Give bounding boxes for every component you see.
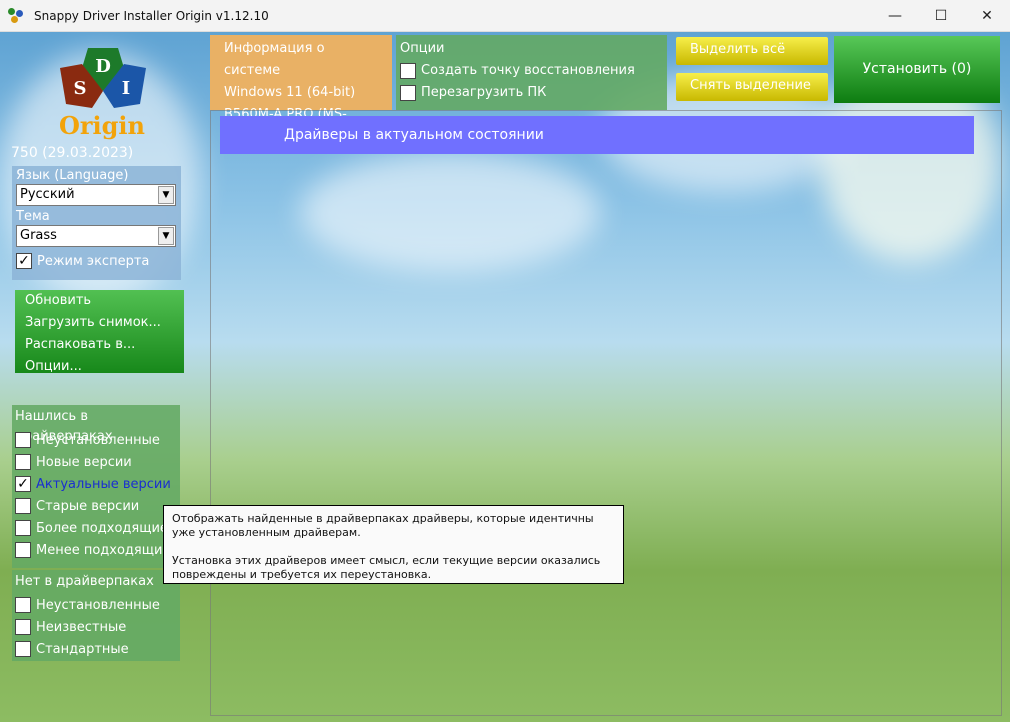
options-title: Опции [400, 41, 445, 56]
app-client: D S I Origin 750 (29.03.2023) Язык (Lang… [0, 32, 1010, 722]
tooltip-line2: Установка этих драйверов имеет смысл, ес… [172, 554, 601, 581]
filter-label: Стандартные [36, 641, 129, 657]
theme-label: Тема [16, 209, 50, 224]
notfound-filter-panel: Нет в драйверпаках Неустановленные Неизве… [12, 570, 180, 661]
found-filter-checkbox[interactable]: Новые версии [15, 451, 177, 473]
checkbox-icon [15, 432, 31, 448]
actions-menu: Обновить Загрузить снимок... Распаковать… [15, 290, 184, 374]
menu-refresh[interactable]: Обновить [25, 291, 174, 313]
minimize-button[interactable]: — [872, 0, 918, 32]
driver-list-area [210, 110, 1002, 716]
expert-mode-label: Режим эксперта [37, 253, 150, 269]
sysinfo-os: Windows 11 (64-bit) [224, 85, 356, 100]
system-info-panel[interactable]: Информация о системе Windows 11 (64-bit)… [210, 35, 392, 144]
notfound-filter-checkbox[interactable]: Неустановленные [15, 594, 177, 616]
filter-label: Неустановленные [36, 597, 160, 613]
language-value: Русский [20, 187, 75, 202]
svg-text:D: D [95, 56, 111, 77]
svg-text:I: I [122, 78, 130, 99]
title-bar: Snappy Driver Installer Origin v1.12.10 … [0, 0, 1010, 32]
language-label: Язык (Language) [16, 168, 129, 183]
found-title: Нашлись в драйверпаках [15, 409, 113, 444]
filter-label: Более подходящие [36, 520, 168, 536]
filter-label: Неустановленные [36, 432, 160, 448]
filter-label: Неизвестные [36, 619, 127, 635]
install-button[interactable]: Установить (0) [834, 36, 1000, 103]
filter-label: Менее подходящие [36, 542, 171, 558]
checkbox-icon [15, 619, 31, 635]
app-icon [8, 7, 24, 24]
reboot-label: Перезагрузить ПК [421, 85, 547, 100]
expert-mode-checkbox[interactable]: ✓ Режим эксперта [16, 250, 177, 272]
deselect-button[interactable]: Снять выделение [676, 73, 828, 101]
filter-label: Старые версии [36, 498, 140, 514]
options-panel: Опции Создать точку восстановления Перез… [396, 35, 667, 110]
found-filter-panel: Нашлись в драйверпаках Неустановленные Но… [12, 405, 180, 568]
chevron-down-icon: ▼ [158, 186, 174, 204]
notfound-filter-checkbox[interactable]: Стандартные [15, 638, 177, 660]
filter-label: Актуальные версии [36, 476, 171, 492]
checkmark-icon: ✓ [16, 253, 32, 269]
chevron-down-icon: ▼ [158, 227, 174, 245]
found-filter-checkbox[interactable]: Более подходящие [15, 517, 177, 539]
checkbox-icon [15, 542, 31, 558]
checkbox-icon [15, 498, 31, 514]
sysinfo-title: Информация о системе [224, 41, 325, 78]
found-filter-checkbox[interactable]: Менее подходящие [15, 539, 177, 561]
checkbox-icon [15, 520, 31, 536]
found-filter-checkbox[interactable]: ✓ Актуальные версии [15, 473, 177, 495]
menu-options[interactable]: Опции... [25, 357, 174, 379]
tooltip-line1: Отображать найденные в драйверпаках драй… [172, 512, 594, 539]
theme-select[interactable]: Grass ▼ [16, 225, 176, 247]
checkbox-icon [15, 597, 31, 613]
restore-point-label: Создать точку восстановления [421, 63, 635, 78]
reboot-checkbox[interactable]: Перезагрузить ПК [400, 82, 663, 104]
checkmark-icon: ✓ [15, 476, 31, 492]
maximize-button[interactable]: ☐ [918, 0, 964, 32]
checkbox-icon [400, 63, 416, 79]
svg-text:S: S [74, 78, 87, 99]
checkbox-icon [15, 641, 31, 657]
notfound-title: Нет в драйверпаках [15, 574, 154, 589]
language-select[interactable]: Русский ▼ [16, 184, 176, 206]
version-label: 750 (29.03.2023) [11, 145, 134, 161]
menu-load-snapshot[interactable]: Загрузить снимок... [25, 313, 174, 335]
found-filter-checkbox[interactable]: Неустановленные [15, 429, 177, 451]
restore-point-checkbox[interactable]: Создать точку восстановления [400, 60, 663, 82]
select-all-button[interactable]: Выделить всё [676, 37, 828, 65]
svg-text:Origin: Origin [59, 111, 145, 140]
checkbox-icon [400, 85, 416, 101]
status-bar: Драйверы в актуальном состоянии [220, 116, 974, 154]
settings-panel: Язык (Language) Русский ▼ Тема Grass ▼ ✓ Ре… [12, 166, 181, 280]
found-filter-checkbox[interactable]: Старые версии [15, 495, 177, 517]
menu-extract-to[interactable]: Распаковать в... [25, 335, 174, 357]
filter-label: Новые версии [36, 454, 132, 470]
sdi-origin-logo: D S I Origin [59, 48, 146, 140]
tooltip: Отображать найденные в драйверпаках драй… [163, 505, 624, 584]
notfound-filter-checkbox[interactable]: Неизвестные [15, 616, 177, 638]
window-title: Snappy Driver Installer Origin v1.12.10 [34, 8, 269, 23]
checkbox-icon [15, 454, 31, 470]
close-button[interactable]: ✕ [964, 0, 1010, 32]
theme-value: Grass [20, 228, 57, 243]
